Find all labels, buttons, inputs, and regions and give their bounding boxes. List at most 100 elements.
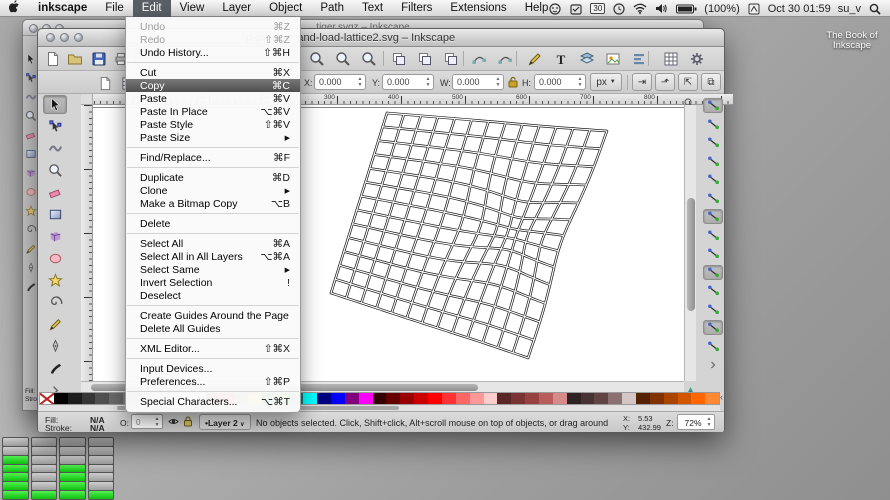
edit-clips-button[interactable]: [496, 50, 514, 68]
menu-item-make-a-bitmap-copy[interactable]: Make a Bitmap Copy⌥B: [126, 197, 300, 210]
snap-button-10[interactable]: [703, 265, 723, 280]
menu-item-clone[interactable]: Clone▶: [126, 184, 300, 197]
palette-swatch[interactable]: [567, 393, 581, 404]
zoom-field[interactable]: 72%▲▼: [677, 414, 715, 430]
menu-item-paste-in-place[interactable]: Paste In Place⌥⌘V: [126, 105, 300, 118]
apple-menu[interactable]: [0, 0, 29, 17]
align-dialog-button[interactable]: [630, 50, 648, 68]
palette-swatch[interactable]: [636, 393, 650, 404]
snap-button-9[interactable]: [703, 246, 723, 261]
clock-icon[interactable]: [612, 2, 626, 15]
text-dialog-button[interactable]: T: [552, 50, 570, 68]
menu-view[interactable]: View: [171, 0, 214, 17]
palette-swatch[interactable]: [608, 393, 622, 404]
palette-swatch[interactable]: [525, 393, 539, 404]
palette-swatch[interactable]: [428, 393, 442, 404]
menu-item-select-all[interactable]: Select All⌘A: [126, 237, 300, 250]
w-field[interactable]: 0.000▲▼: [452, 74, 504, 90]
snap-button-6[interactable]: [703, 191, 723, 206]
menu-item-find-replace[interactable]: Find/Replace...⌘F: [126, 151, 300, 164]
snap-button-1[interactable]: [703, 98, 723, 113]
menu-item-create-guides-around-the-page[interactable]: Create Guides Around the Page: [126, 309, 300, 322]
vertical-ruler[interactable]: [81, 105, 93, 381]
close-button[interactable]: [46, 33, 55, 42]
palette-swatch[interactable]: [553, 393, 567, 404]
menu-item-undo[interactable]: Undo⌘Z: [126, 20, 300, 33]
duplicate-button[interactable]: [390, 50, 408, 68]
menu-item-deselect[interactable]: Deselect: [126, 289, 300, 302]
layers-dialog-button[interactable]: [578, 50, 596, 68]
zoom-page-button[interactable]: [360, 50, 378, 68]
vertical-scrollbar-thumb[interactable]: [687, 198, 695, 311]
menu-item-delete-all-guides[interactable]: Delete All Guides: [126, 322, 300, 335]
layer-selector[interactable]: •Layer 2 ∨: [199, 414, 251, 430]
palette-swatch[interactable]: [691, 393, 705, 404]
menu-item-select-same[interactable]: Select Same▶: [126, 263, 300, 276]
palette-swatch[interactable]: [622, 393, 636, 404]
menu-item-redo[interactable]: Redo⇧⌘Z: [126, 33, 300, 46]
pencil-tool-button[interactable]: [43, 315, 67, 334]
zoom-button[interactable]: [74, 33, 83, 42]
menu-item-paste-style[interactable]: Paste Style⇧⌘V: [126, 118, 300, 131]
fill-stroke-dialog-button[interactable]: [526, 50, 544, 68]
menu-item-paste-size[interactable]: Paste Size▶: [126, 131, 300, 144]
menu-item-invert-selection[interactable]: Invert Selection!: [126, 276, 300, 289]
menu-path[interactable]: Path: [311, 0, 353, 17]
palette-swatch[interactable]: [497, 393, 511, 404]
lock-ratio-icon[interactable]: [508, 76, 518, 90]
selector-tool-button[interactable]: [43, 95, 67, 114]
palette-swatch[interactable]: [650, 393, 664, 404]
palette-swatch[interactable]: [82, 393, 96, 404]
snap-button-14[interactable]: [703, 339, 723, 354]
ellipse-tool-button[interactable]: [43, 249, 67, 268]
box3d-tool-button[interactable]: [43, 227, 67, 246]
snap-button-2[interactable]: [703, 117, 723, 132]
star-tool-button[interactable]: [43, 271, 67, 290]
palette-swatch-none[interactable]: [40, 393, 54, 404]
unlink-clone-button[interactable]: [442, 50, 460, 68]
menu-object[interactable]: Object: [260, 0, 311, 17]
snap-button-5[interactable]: [703, 172, 723, 187]
menu-item-xml-editor[interactable]: XML Editor...⇧⌘X: [126, 342, 300, 355]
node-tool-button[interactable]: [43, 117, 67, 136]
menu-file[interactable]: File: [96, 0, 133, 17]
scale-gradients-toggle[interactable]: ⇱: [678, 73, 698, 91]
menu-inkscape[interactable]: inkscape: [29, 0, 96, 17]
palette-swatch[interactable]: [511, 393, 525, 404]
palette-swatch[interactable]: [54, 393, 68, 404]
tasks-icon[interactable]: [569, 2, 583, 15]
fast-user-switch[interactable]: su_v: [838, 3, 861, 15]
snap-button-4[interactable]: [703, 154, 723, 169]
menu-edit[interactable]: Edit: [133, 0, 171, 17]
palette-swatch[interactable]: [581, 393, 595, 404]
palette-swatch[interactable]: [373, 393, 387, 404]
palette-swatch[interactable]: [456, 393, 470, 404]
menu-item-preferences[interactable]: Preferences...⇧⌘P: [126, 375, 300, 388]
layer-lock-icon[interactable]: [183, 416, 193, 429]
menu-extensions[interactable]: Extensions: [441, 0, 515, 17]
snap-button-7[interactable]: [703, 209, 723, 224]
document-properties-button[interactable]: [662, 50, 680, 68]
palette-swatch[interactable]: [317, 393, 331, 404]
palette-swatch[interactable]: [594, 393, 608, 404]
palette-swatch[interactable]: [303, 393, 317, 404]
palette-swatch[interactable]: [386, 393, 400, 404]
palette-swatch[interactable]: [400, 393, 414, 404]
menu-layer[interactable]: Layer: [213, 0, 260, 17]
palette-swatch[interactable]: [345, 393, 359, 404]
clone-button[interactable]: [416, 50, 434, 68]
new-document-button[interactable]: [44, 50, 62, 68]
x-field[interactable]: 0.000▲▼: [314, 74, 366, 90]
spiral-tool-button[interactable]: [43, 293, 67, 312]
menu-item-special-characters[interactable]: Special Characters...⌥⌘T: [126, 395, 300, 408]
save-document-button[interactable]: [90, 50, 108, 68]
palette-swatch[interactable]: [705, 393, 719, 404]
palette-swatch[interactable]: [68, 393, 82, 404]
palette-scroll-left-icon[interactable]: ‹: [720, 392, 723, 402]
calligraphy-tool-button[interactable]: [43, 359, 67, 378]
palette-swatch[interactable]: [331, 393, 345, 404]
volume-icon[interactable]: [654, 2, 668, 15]
calendar-icon[interactable]: 30: [590, 3, 605, 14]
palette-swatch[interactable]: [484, 393, 498, 404]
menu-item-cut[interactable]: Cut⌘X: [126, 66, 300, 79]
